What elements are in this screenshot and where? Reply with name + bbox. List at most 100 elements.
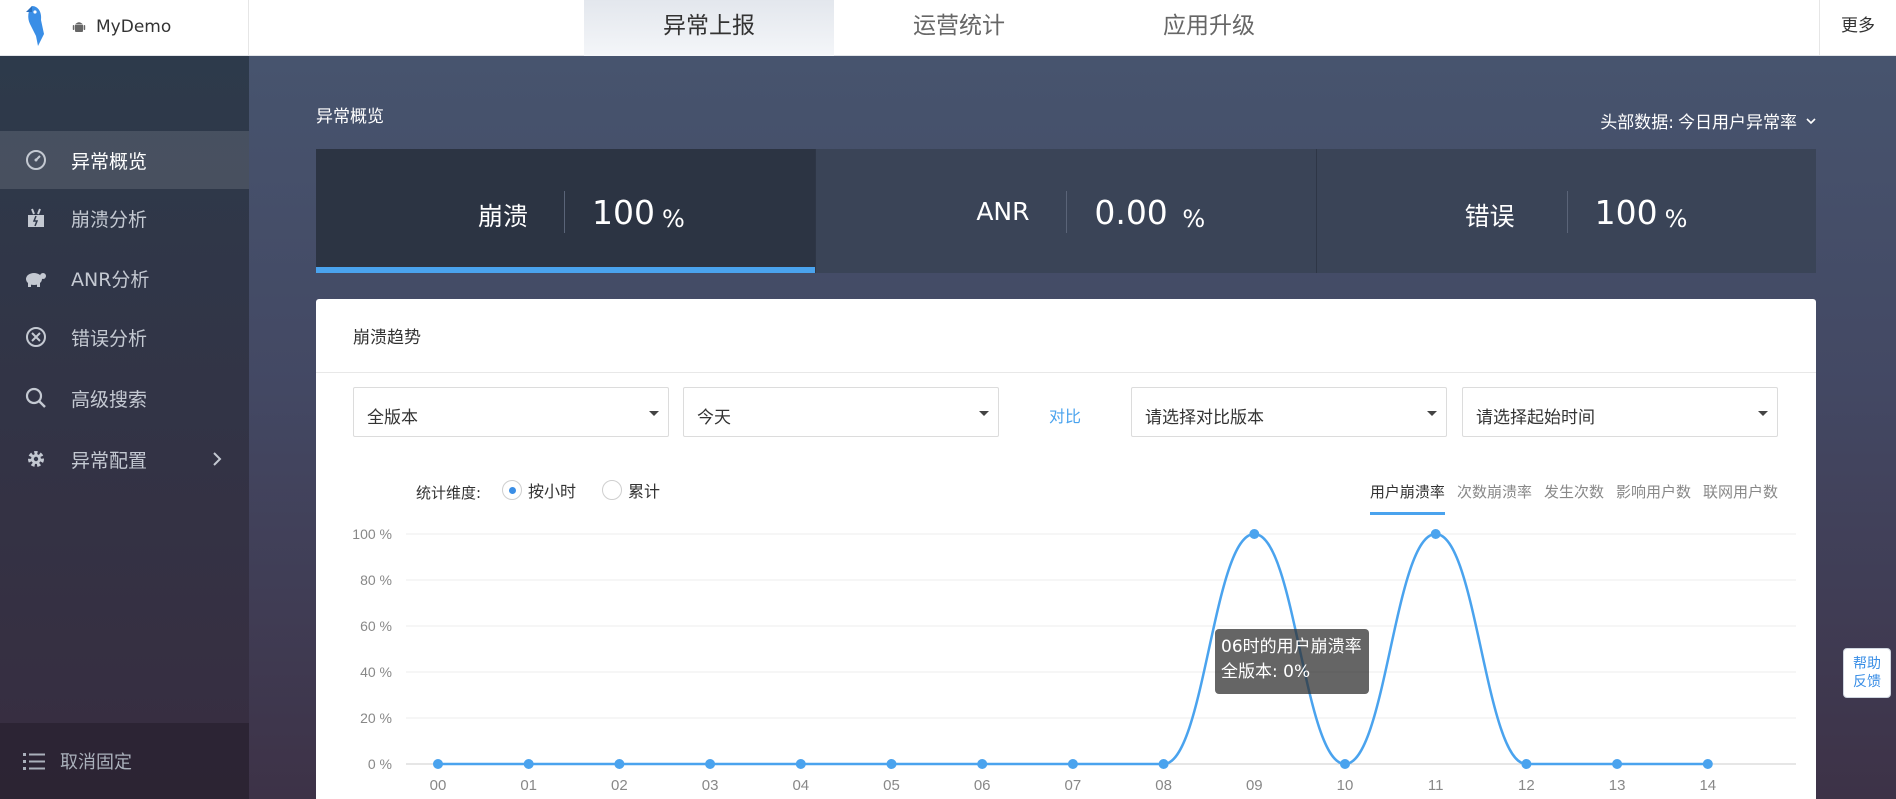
data-point	[614, 759, 625, 769]
main-nav: 异常上报 运营统计 应用升级	[584, 0, 1334, 56]
list-icon	[23, 753, 45, 770]
x-tick-label: 06	[974, 777, 991, 794]
head-data-value: 今日用户异常率	[1678, 113, 1797, 133]
unpin-label: 取消固定	[60, 752, 132, 773]
tab-online-users[interactable]: 联网用户数	[1703, 481, 1778, 515]
head-data-selector[interactable]: 头部数据: 今日用户异常率	[1600, 108, 1817, 133]
stat-label: 崩溃	[478, 202, 529, 231]
stat-divider	[1566, 191, 1568, 233]
sidebar-item-label: 异常配置	[71, 449, 148, 472]
tab-operation-stats[interactable]: 运营统计	[834, 0, 1084, 56]
data-point	[977, 759, 988, 769]
radio-circle	[602, 480, 622, 500]
app-name: MyDemo	[96, 17, 172, 37]
error-circle-icon	[24, 325, 48, 349]
x-tick-label: 00	[430, 777, 447, 794]
version-select-value: 全版本	[367, 408, 418, 428]
sidebar-item-label: 高级搜索	[71, 388, 148, 411]
data-point	[1340, 759, 1350, 769]
data-point	[433, 759, 443, 769]
y-tick-label: 40 %	[360, 664, 392, 680]
stat-label: ANR	[976, 197, 1030, 226]
sidebar-item-crash[interactable]: 崩溃分析	[0, 189, 249, 247]
x-tick-label: 11	[1428, 777, 1444, 794]
chart-tooltip: 06时的用户崩溃率 全版本: 0%	[1215, 629, 1369, 694]
brand-area: MyDemo	[0, 0, 249, 56]
chevron-right-icon	[213, 452, 222, 466]
tab-user-crash-rate[interactable]: 用户崩溃率	[1369, 481, 1445, 515]
tab-exception-report[interactable]: 异常上报	[584, 0, 834, 56]
app-switcher[interactable]: MyDemo	[72, 14, 171, 40]
radio-hourly[interactable]: 按小时	[502, 478, 576, 502]
crash-trend-card: 崩溃趋势 全版本 今天 对比 请选择对比版本 请选择起始时间 统计维度: 按小时…	[316, 299, 1816, 799]
data-point	[886, 759, 897, 769]
caret-down-icon	[979, 411, 989, 416]
sidebar-item-overview[interactable]: 异常概览	[0, 131, 249, 189]
sidebar-item-error[interactable]: 错误分析	[0, 308, 249, 366]
sidebar-item-exception-config[interactable]: 异常配置	[0, 430, 249, 488]
data-point	[1158, 759, 1169, 769]
compare-version-select[interactable]: 请选择对比版本	[1131, 387, 1447, 437]
sidebar-item-anr[interactable]: ANR分析	[0, 249, 249, 307]
start-time-placeholder: 请选择起始时间	[1476, 408, 1595, 428]
chevron-down-icon	[1806, 117, 1816, 124]
page-title: 异常概览	[316, 107, 384, 127]
radio-cumulative[interactable]: 累计	[602, 478, 660, 502]
stat-label: 错误	[1464, 202, 1515, 231]
sidebar-item-label: 异常概览	[71, 150, 148, 173]
turtle-icon	[24, 266, 48, 290]
sidebar-item-label: 错误分析	[71, 327, 148, 350]
date-select[interactable]: 今天	[683, 387, 999, 437]
compare-version-placeholder: 请选择对比版本	[1145, 408, 1264, 428]
stat-divider	[1066, 191, 1068, 233]
data-point	[1430, 529, 1441, 539]
y-tick-label: 60 %	[360, 618, 392, 634]
sidebar-item-advanced-search[interactable]: 高级搜索	[0, 369, 249, 427]
sidebar: 异常概览 崩溃分析 ANR分析 错误分析 高级搜索 异常配置 取消固定	[0, 56, 249, 799]
stats-panel: 崩溃 100 % ANR 0.00 % 错误 100 %	[316, 149, 1816, 273]
stat-unit: %	[1182, 205, 1206, 233]
crash-icon	[24, 206, 48, 230]
stat-value: 100	[592, 193, 655, 232]
card-title: 崩溃趋势	[353, 328, 421, 348]
y-tick-label: 20 %	[360, 710, 392, 726]
unpin-button[interactable]: 取消固定	[0, 723, 249, 799]
x-tick-label: 12	[1518, 777, 1535, 794]
x-tick-label: 10	[1337, 777, 1354, 794]
data-point	[1702, 759, 1713, 769]
tab-count-crash-rate[interactable]: 次数崩溃率	[1457, 481, 1532, 515]
start-time-select[interactable]: 请选择起始时间	[1462, 387, 1778, 437]
stat-crash[interactable]: 崩溃 100 %	[316, 149, 817, 273]
tab-app-upgrade[interactable]: 应用升级	[1084, 0, 1334, 56]
top-bar: MyDemo 异常上报 运营统计 应用升级 更多	[0, 0, 1896, 56]
version-select[interactable]: 全版本	[353, 387, 669, 437]
feedback-line1: 帮助	[1853, 656, 1881, 672]
data-point	[705, 759, 716, 769]
tab-affected-users[interactable]: 影响用户数	[1616, 481, 1691, 515]
crash-trend-chart: 0 % 20 % 40 % 60 % 80 % 100 % 00 01 02 03 04 05 06 07…	[346, 514, 1796, 799]
x-tick-label: 07	[1065, 777, 1082, 794]
stat-value: 100	[1594, 193, 1658, 232]
main-content: 异常概览 头部数据: 今日用户异常率 崩溃 100 % ANR 0.00 % 错…	[249, 56, 1896, 799]
dashboard-icon	[24, 148, 48, 172]
gear-icon	[24, 447, 48, 471]
x-tick-label: 14	[1699, 777, 1716, 794]
dimension-label: 统计维度:	[416, 484, 482, 502]
help-feedback-button[interactable]: 帮助 反馈	[1843, 648, 1891, 698]
tab-occurrences[interactable]: 发生次数	[1544, 481, 1604, 515]
stat-error[interactable]: 错误 100 %	[1316, 149, 1816, 273]
stat-value: 0.00	[1094, 193, 1168, 232]
stat-anr[interactable]: ANR 0.00 %	[816, 149, 1317, 273]
caret-down-icon	[1758, 411, 1768, 416]
series-line	[437, 532, 1708, 766]
x-tick-label: 09	[1246, 777, 1263, 794]
chart-svg: 0 % 20 % 40 % 60 % 80 % 100 % 00 01 02 03 04 05 06 07…	[352, 526, 1796, 794]
search-icon	[24, 386, 48, 410]
woodpecker-logo-icon[interactable]	[24, 4, 50, 48]
date-select-value: 今天	[697, 408, 731, 428]
y-tick-label: 100 %	[352, 526, 392, 542]
more-button[interactable]: 更多	[1819, 0, 1896, 56]
tooltip-title: 06时的用户崩溃率	[1221, 637, 1362, 657]
x-tick-label: 05	[883, 777, 900, 794]
radio-label: 累计	[628, 482, 661, 501]
